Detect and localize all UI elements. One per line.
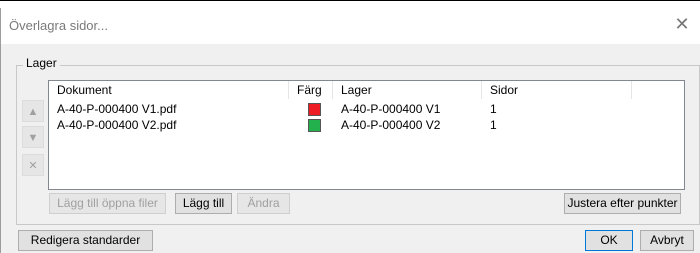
title-bar: Överlagra sidor... ✕ xyxy=(1,8,700,44)
ok-button[interactable]: OK xyxy=(585,230,633,251)
column-header-pages[interactable]: Sidor xyxy=(482,81,632,99)
document-cell: A-40-P-000400 V2.pdf xyxy=(57,118,177,132)
dialog-title: Överlagra sidor... xyxy=(9,18,108,33)
layer-group-label: Lager xyxy=(23,56,60,70)
add-button[interactable]: Lägg till xyxy=(175,193,232,214)
remove-button[interactable]: ✕ xyxy=(22,154,44,176)
move-down-button[interactable]: ▼ xyxy=(22,126,44,148)
table-row[interactable]: A-40-P-000400 V1.pdf A-40-P-000400 V1 1 xyxy=(49,102,684,117)
overlay-pages-dialog: Överlagra sidor... ✕ Lager ▲ ▼ ✕ Dokumen… xyxy=(0,8,700,253)
remove-x-icon: ✕ xyxy=(28,160,38,172)
move-up-button[interactable]: ▲ xyxy=(22,100,44,122)
color-swatch[interactable] xyxy=(308,119,321,132)
document-list[interactable]: Dokument Färg Lager Sidor A-40-P-000400 … xyxy=(48,80,685,190)
add-open-files-button[interactable]: Lägg till öppna filer xyxy=(49,193,166,214)
change-button[interactable]: Ändra xyxy=(237,193,290,214)
column-header-document[interactable]: Dokument xyxy=(49,81,289,99)
layer-cell: A-40-P-000400 V1 xyxy=(341,102,441,116)
column-header-color[interactable]: Färg xyxy=(289,81,333,99)
edit-defaults-button[interactable]: Redigera standarder xyxy=(18,230,153,251)
pages-cell: 1 xyxy=(490,102,497,116)
arrow-down-icon: ▼ xyxy=(27,132,39,144)
close-icon[interactable]: ✕ xyxy=(670,12,694,36)
cancel-button[interactable]: Avbryt xyxy=(640,230,694,251)
document-cell: A-40-P-000400 V1.pdf xyxy=(57,102,177,116)
pages-cell: 1 xyxy=(490,118,497,132)
column-header-layer[interactable]: Lager xyxy=(333,81,482,99)
arrow-up-icon: ▲ xyxy=(27,106,39,118)
table-row[interactable]: A-40-P-000400 V2.pdf A-40-P-000400 V2 1 xyxy=(49,118,684,133)
adjust-by-points-button[interactable]: Justera efter punkter xyxy=(564,193,681,214)
layer-cell: A-40-P-000400 V2 xyxy=(341,118,441,132)
color-swatch[interactable] xyxy=(308,103,321,116)
